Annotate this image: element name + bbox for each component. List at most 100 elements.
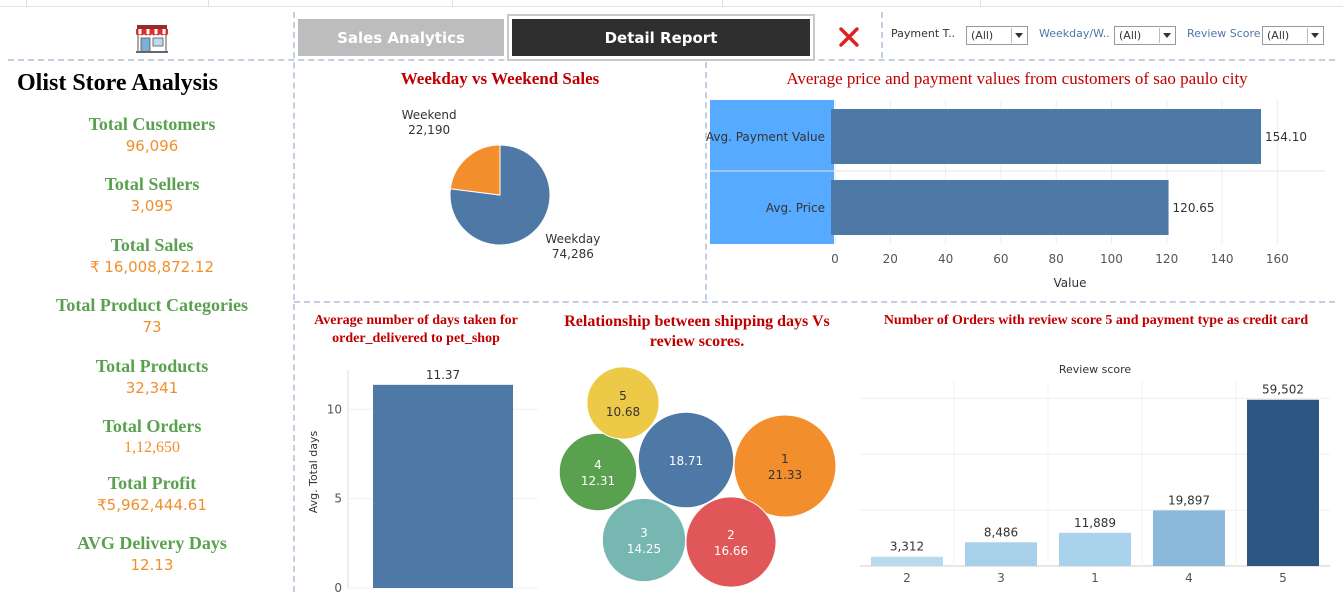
y-tick-label: 0 [334, 581, 342, 595]
close-icon[interactable] [836, 24, 862, 50]
pie-label-weekend: Weekend [402, 108, 457, 122]
divider [294, 301, 1335, 303]
store-icon [136, 25, 168, 53]
bar-review-2 [871, 556, 943, 566]
kpi-total-sales: Total Sales ₹ 16,008,872.12 [0, 234, 304, 277]
bubble-chart: 1 21.33 2 16.66 18.71 3 14.25 4 12.31 5 10.68 [558, 366, 837, 588]
pet-shop-chart-title: Average number of days taken for order_d… [314, 313, 518, 346]
bubble-label: 5 [619, 389, 627, 403]
kpi-total-orders: Total Orders 1,12,650 [0, 415, 304, 458]
review-chart-title: Number of Orders with review score 5 and… [883, 313, 1309, 328]
kpi-value: 1,12,650 [124, 439, 180, 456]
dashboard-title: Olist Store Analysis [17, 70, 218, 96]
x-tick-label: 2 [903, 571, 911, 585]
filter-review-score-select[interactable]: (All) [1262, 26, 1324, 45]
x-tick-label: 5 [1279, 571, 1287, 585]
y-tick-label: 5 [334, 492, 342, 506]
x-tick-label: 40 [938, 252, 953, 266]
kpi-total-customers: Total Customers 96,096 [0, 113, 304, 156]
kpi-label: Total Orders [102, 416, 202, 436]
bubble-label: 4 [594, 458, 602, 472]
tab-detail-report[interactable]: Detail Report [512, 19, 810, 56]
x-tick-label: 60 [993, 252, 1008, 266]
category-label: Avg. Price [766, 201, 825, 215]
bar-value-label: 3,312 [890, 540, 924, 554]
bar-avg-price [831, 180, 1169, 235]
x-tick-label: 120 [1155, 252, 1178, 266]
kpi-value: ₹ 16,008,872.12 [89, 258, 215, 276]
bar-review-1 [1059, 532, 1131, 566]
kpi-total-profit: Total Profit ₹5,962,444.61 [0, 472, 304, 515]
bubble-review-5 [586, 366, 660, 440]
chevron-down-icon [1163, 33, 1171, 38]
pie-chart: Weekday74,286 Weekend22,190 [402, 108, 601, 261]
kpi-label: Total Sales [110, 235, 194, 255]
x-tick-label: 0 [831, 252, 839, 266]
kpi-label: Total Profit [107, 473, 197, 493]
bubble-chart-title: Relationship between shipping days Vs re… [564, 313, 830, 350]
x-tick-label: 100 [1100, 252, 1123, 266]
bubble-review-3 [601, 497, 687, 583]
bubble-label: 1 [781, 452, 789, 466]
divider [1159, 28, 1160, 43]
filter-weekday-select[interactable]: (All) [1114, 26, 1176, 45]
pie-chart-title: Weekday vs Weekend Sales [400, 69, 600, 88]
x-tick-label: 140 [1211, 252, 1234, 266]
bubble-value-label: 18.71 [669, 454, 703, 468]
divider [1307, 28, 1308, 43]
x-tick-label: 4 [1185, 571, 1193, 585]
bubble-label: 3 [640, 526, 648, 540]
kpi-label: Total Product Categories [56, 295, 248, 315]
pie-label-weekday: Weekday [545, 232, 600, 246]
category-highlight [710, 100, 834, 244]
x-tick-label: 20 [883, 252, 898, 266]
bar-avg-payment-value [831, 109, 1262, 164]
bar-review-4 [1153, 510, 1225, 566]
x-tick-label: 3 [997, 571, 1005, 585]
kpi-label: AVG Delivery Days [77, 533, 227, 553]
kpi-total-product-categories: Total Product Categories 73 [0, 294, 304, 337]
bubble-review-4 [558, 432, 638, 512]
kpi-value: 12.13 [130, 556, 174, 574]
filter-payment-type-select[interactable]: (All) [966, 26, 1028, 45]
kpi-value: ₹5,962,444.61 [97, 496, 207, 514]
tab-sales-analytics[interactable]: Sales Analytics [298, 19, 504, 56]
category-label: Avg. Payment Value [706, 130, 825, 144]
y-tick-label: 10 [327, 402, 342, 416]
horizontal-bar-chart: 0 20 40 60 80 100 120 140 160 Avg. Payment Value 1… [706, 100, 1325, 290]
bubble-value-label: 14.25 [627, 542, 661, 556]
filter-value: (All) [1267, 29, 1290, 42]
kpi-label: Total Sellers [104, 174, 200, 194]
bubble-review-2 [685, 496, 777, 588]
bar-value-label: 120.65 [1173, 201, 1215, 215]
bar-value-label: 11,889 [1074, 516, 1116, 530]
bubble-value-label: 10.68 [606, 405, 640, 419]
top-strip [0, 0, 1343, 7]
bar-chart-title: Average price and payment values from cu… [786, 69, 1248, 88]
bubble-value-label: 16.66 [714, 544, 748, 558]
filter-value: (All) [971, 29, 994, 42]
bar-pet-shop [373, 384, 513, 588]
pet-shop-bar-chart: 0 5 10 11.37 Avg. Total days [307, 368, 538, 595]
kpi-value: 73 [142, 318, 162, 336]
filter-payment-type-label: Payment T.. [891, 27, 956, 40]
kpi-value: 32,341 [125, 379, 179, 397]
x-axis-title: Value [1054, 276, 1087, 290]
review-bar-chart: Review score 3,312 2 8,486 3 11,889 1 19,897 4 59… [860, 363, 1330, 585]
divider [881, 12, 883, 58]
kpi-label: Total Products [95, 356, 209, 376]
x-tick-label: 80 [1049, 252, 1064, 266]
bubble-value-label: 12.31 [581, 474, 615, 488]
bar-value-label: 8,486 [984, 525, 1018, 539]
chevron-down-icon [1015, 33, 1023, 38]
kpi-value: 96,096 [125, 137, 179, 155]
pie-value-weekend: 22,190 [408, 123, 450, 137]
y-axis-title: Avg. Total days [307, 430, 320, 513]
filter-review-score-label: Review Score [1187, 27, 1261, 40]
chevron-down-icon [1311, 33, 1319, 38]
divider [1011, 28, 1012, 43]
kpi-label: Total Customers [88, 114, 216, 134]
kpi-value: 3,095 [130, 197, 174, 215]
pie-slice-weekend [449, 144, 501, 196]
bar-value-label: 11.37 [426, 368, 460, 382]
